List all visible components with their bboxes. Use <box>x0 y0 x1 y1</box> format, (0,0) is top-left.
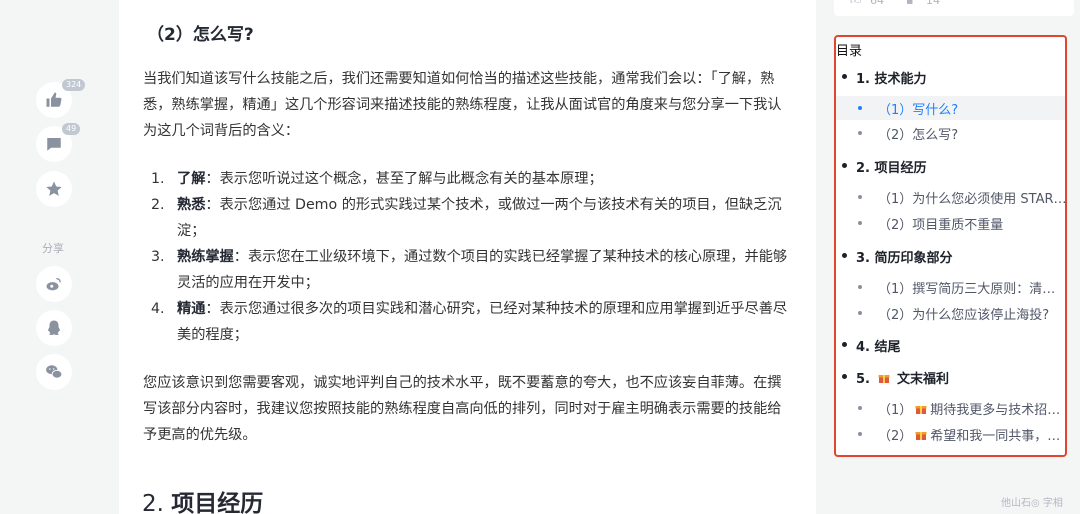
next-section-heading: 2. 项目经历 <box>142 484 263 514</box>
article-card: （2）怎么写? 当我们知道该写什么技能之后，我们还需要知道如何恰当的描述这些技能… <box>119 0 816 514</box>
list-item-term: 精通 <box>177 301 206 317</box>
list-item: 1. 了解：表示您听说过这个概念，甚至了解与此概念有关的基本原理； <box>151 166 791 192</box>
likes-stat: 64 <box>870 0 884 7</box>
list-item-term: 了解 <box>177 171 206 187</box>
list-item: 4. 精通：表示您通过很多次的项目实践和潜心研究，已经对某种技术的原理和应用掌握到… <box>151 296 791 348</box>
toc-item-three-principles[interactable]: （1）撰写简历三大原则：清晰，简短，必要 <box>836 275 1065 299</box>
comments-stat: 14 <box>926 0 940 7</box>
closing-paragraph: 您应该意识到您需要客观，诚实地评判自己的技术水平，既不要蓄意的夸大，也不应该妄自… <box>143 375 782 443</box>
share-qq-button[interactable] <box>36 310 72 346</box>
toc-item-project-experience[interactable]: 2. 项目经历 <box>842 157 927 176</box>
list-item-desc: ：表示您通过很多次的项目实践和潜心研究，已经对某种技术的原理和应用掌握到近乎尽善… <box>177 301 788 343</box>
toc-item-bonus[interactable]: 5. 文末福利 <box>842 368 949 387</box>
list-item-desc: ：表示您通过 Demo 的形式实践过某个技术，或做过一两个与该技术有关的项目，但… <box>177 197 782 239</box>
list-item-desc: ：表示您听说过这个概念，甚至了解与此概念有关的基本原理； <box>205 171 603 187</box>
comment-icon <box>47 138 61 151</box>
table-of-contents: 目录 1. 技术能力 （1）写什么? （2）怎么写? 2. 项目经历 （1）为什… <box>834 35 1067 457</box>
list-item-number: 3. <box>151 249 165 265</box>
comment-icon: ▪ <box>906 0 914 7</box>
list-item-term: 熟练掌握 <box>177 249 234 265</box>
thumbs-up-icon: 👍︎ <box>850 0 862 7</box>
toc-item-join-us[interactable]: （2）希望和我一同共事，期待您的加入 <box>836 422 1065 446</box>
list-item: 3. 熟练掌握：表示您在工业级环境下，通过数个项目的实践已经掌握了某种技术的核心原… <box>151 244 791 296</box>
toc-item-more-sharing[interactable]: （1）期待我更多与技术招聘相关的分享 <box>836 396 1065 420</box>
qq-icon <box>47 320 61 335</box>
list-item-desc: ：表示您在工业级环境下，通过数个项目的实践已经掌握了某种技术的核心原理，并能够灵… <box>177 249 788 291</box>
comment-button[interactable]: 49 <box>36 123 81 162</box>
comment-count-badge: 49 <box>62 123 81 135</box>
list-item: 2. 熟悉：表示您通过 Demo 的形式实践过某个技术，或做过一两个与该技术有关的… <box>151 192 791 244</box>
toc-item-star-method[interactable]: （1）为什么您必须使用 STAR 法则 <box>836 185 1065 209</box>
list-item-term: 熟悉 <box>177 197 206 213</box>
intro-paragraph: 当我们知道该写什么技能之后，我们还需要知道如何恰当的描述这些技能，通常我们会以：… <box>143 71 782 139</box>
next-section-number: 2. <box>142 491 164 514</box>
skill-level-list: 1. 了解：表示您听说过这个概念，甚至了解与此概念有关的基本原理； 2. 熟悉：表示… <box>151 166 791 348</box>
toc-item-stop-mass-applying[interactable]: （2）为什么您应该停止海投? <box>836 301 1065 325</box>
thumbs-up-icon <box>46 92 62 107</box>
gift-icon <box>878 375 890 383</box>
star-icon <box>46 181 62 196</box>
favorite-button[interactable] <box>36 171 72 207</box>
gift-icon <box>915 432 927 440</box>
share-wechat-button[interactable] <box>36 354 72 390</box>
share-label: 分享 <box>42 242 64 255</box>
author-stats-card: 👍︎ 64 ▪ 14 <box>834 0 1074 16</box>
watermark: 他山石◎ 字相 <box>1001 498 1063 509</box>
list-item-number: 4. <box>151 301 165 317</box>
toc-title: 目录 <box>836 44 863 59</box>
toc-item-resume-impression[interactable]: 3. 简历印象部分 <box>842 247 953 266</box>
wechat-icon <box>46 365 63 379</box>
list-item-number: 1. <box>151 171 165 187</box>
toc-item-tech-skills[interactable]: 1. 技术能力 <box>842 68 927 87</box>
like-count-badge: 324 <box>62 79 86 91</box>
toc-item-quality-over-quantity[interactable]: （2）项目重质不重量 <box>836 211 1065 235</box>
toc-item-ending[interactable]: 4. 结尾 <box>842 336 901 355</box>
gift-icon <box>915 406 927 414</box>
toc-item-how-to-write[interactable]: （2）怎么写? <box>836 121 1065 145</box>
toc-item-what-to-write[interactable]: （1）写什么? <box>836 96 1065 120</box>
like-button[interactable]: 324 <box>36 79 86 118</box>
share-weibo-button[interactable] <box>36 266 72 302</box>
list-item-number: 2. <box>151 197 165 213</box>
next-section-title: 项目经历 <box>171 491 264 514</box>
section-heading: （2）怎么写? <box>147 25 254 45</box>
weibo-icon <box>46 277 61 291</box>
